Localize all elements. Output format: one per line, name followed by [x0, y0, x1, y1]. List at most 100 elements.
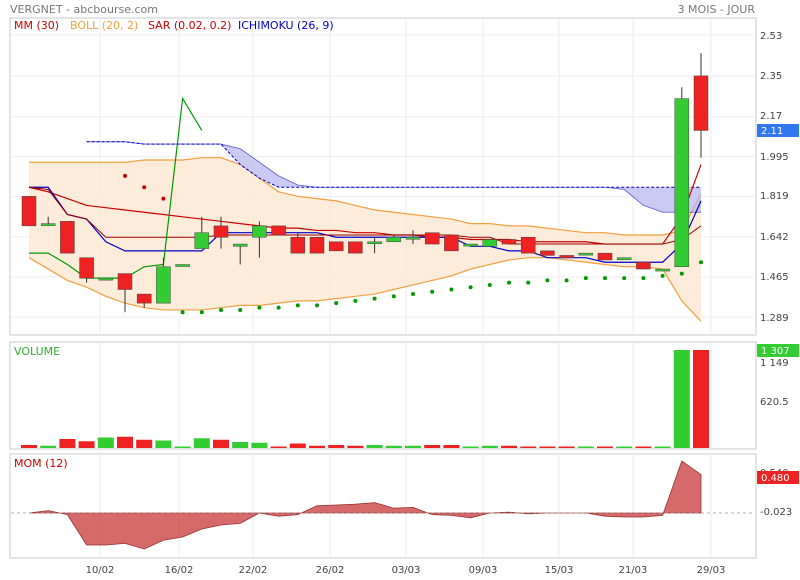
- volume-tick: 620.5: [760, 397, 789, 408]
- price-tick: 2.53: [760, 31, 782, 42]
- x-tick-label: 15/03: [545, 565, 574, 576]
- candle-body: [136, 293, 152, 304]
- volume-bar: [385, 445, 402, 448]
- sar-dot: [660, 273, 665, 278]
- x-tick-label: 03/03: [392, 565, 421, 576]
- candle-body: [386, 236, 402, 243]
- volume-bar: [424, 445, 441, 448]
- candle-body: [674, 98, 690, 268]
- sar-dot: [276, 305, 281, 310]
- sar-dot: [449, 287, 454, 292]
- volume-bar: [59, 439, 76, 448]
- price-tick: 1.465: [760, 272, 789, 283]
- sar-dot: [238, 307, 243, 312]
- price-axis: 2.53 2.35 2.17 1.995 1.819 1.642 1.465 1…: [760, 31, 789, 324]
- last-mom-value: 0.480: [761, 473, 790, 484]
- volume-bar: [693, 350, 709, 448]
- volume-bar: [155, 440, 172, 448]
- price-tick: 2.17: [760, 111, 782, 122]
- candle-body: [463, 243, 478, 247]
- candle-body: [501, 239, 517, 245]
- candle-body: [693, 75, 709, 131]
- volume-bar: [328, 445, 345, 448]
- sar-dot: [545, 278, 550, 283]
- volume-bar: [443, 445, 460, 448]
- volume-bar: [21, 445, 37, 448]
- period-label: 3 MOIS - JOUR: [678, 3, 756, 16]
- price-tick: 1.642: [760, 232, 789, 243]
- legend-sar: SAR (0.02, 0.2): [148, 19, 231, 32]
- x-tick-label: 16/02: [165, 565, 194, 576]
- sar-dot: [603, 276, 607, 281]
- sar-dot: [295, 303, 300, 308]
- volume-bar: [501, 445, 517, 448]
- sar-dot: [430, 289, 435, 294]
- candle-body: [597, 252, 613, 261]
- candle-body: [309, 236, 325, 254]
- sar-dot: [180, 310, 185, 315]
- volume-panel: [9, 341, 757, 450]
- volume-bar: [213, 439, 229, 448]
- volume-bar: [539, 446, 556, 448]
- volume-label: VOLUME: [14, 345, 60, 358]
- volume-bar: [673, 350, 690, 448]
- last-price-value: 2.11: [761, 126, 783, 137]
- volume-bar: [347, 445, 364, 448]
- x-tick-label: 09/03: [469, 565, 498, 576]
- x-tick-label: 26/02: [316, 565, 345, 576]
- candle-body: [98, 277, 114, 281]
- sar-dot: [411, 292, 415, 297]
- candle-body: [213, 225, 229, 238]
- candle-body: [328, 241, 344, 252]
- last-volume-value: 1 307: [761, 346, 790, 357]
- legend-boll: BOLL (20, 2): [70, 19, 138, 32]
- sar-dot: [679, 271, 684, 276]
- sar-dot: [564, 278, 569, 283]
- legend-ichimoku: ICHIMOKU (26, 9): [238, 19, 334, 32]
- candle-body: [655, 268, 670, 272]
- volume-bar: [136, 439, 153, 448]
- price-tick: 1.819: [760, 191, 789, 202]
- candle-body: [540, 250, 555, 256]
- sar-dot: [583, 276, 588, 281]
- sar-dot: [257, 305, 262, 310]
- volume-bar: [232, 442, 249, 448]
- candle-body: [271, 225, 286, 236]
- x-tick-label: 29/03: [697, 565, 726, 576]
- volume-tick: 1 149: [760, 358, 789, 369]
- volume-bar: [78, 441, 95, 448]
- volume-bar: [193, 438, 210, 448]
- volume-bar: [117, 436, 133, 448]
- volume-bar: [597, 446, 613, 448]
- volume-bar: [174, 446, 191, 448]
- chart-canvas: VERGNET - abcbourse.com 3 MOIS - JOUR MM…: [9, 3, 799, 576]
- sar-dot: [526, 280, 531, 285]
- sar-dot: [468, 285, 473, 290]
- candle-body: [21, 196, 37, 227]
- volume-bar: [97, 437, 114, 448]
- volume-bar: [270, 446, 287, 448]
- x-tick-label: 22/02: [239, 565, 268, 576]
- candle-body: [156, 266, 171, 304]
- sar-dot: [699, 260, 703, 265]
- candle-body: [175, 264, 190, 267]
- sar-dot: [161, 196, 166, 201]
- legend-mm: MM (30): [14, 19, 59, 32]
- candle-body: [444, 234, 459, 252]
- volume-bar: [654, 446, 671, 448]
- sar-dot: [622, 276, 627, 281]
- candle-body: [367, 241, 382, 245]
- candle-body: [194, 232, 210, 249]
- candle-body: [578, 252, 594, 256]
- volume-bar: [366, 445, 383, 448]
- candle-body: [559, 255, 574, 258]
- sar-dot: [199, 310, 204, 315]
- candle-body: [252, 225, 267, 238]
- mom-tick: -0.023: [760, 507, 792, 518]
- volume-bar: [616, 446, 633, 448]
- sar-dot: [372, 296, 377, 301]
- candle-body: [520, 236, 536, 254]
- candle-body: [348, 241, 363, 254]
- sar-dot: [219, 307, 223, 312]
- candle-body: [290, 236, 306, 254]
